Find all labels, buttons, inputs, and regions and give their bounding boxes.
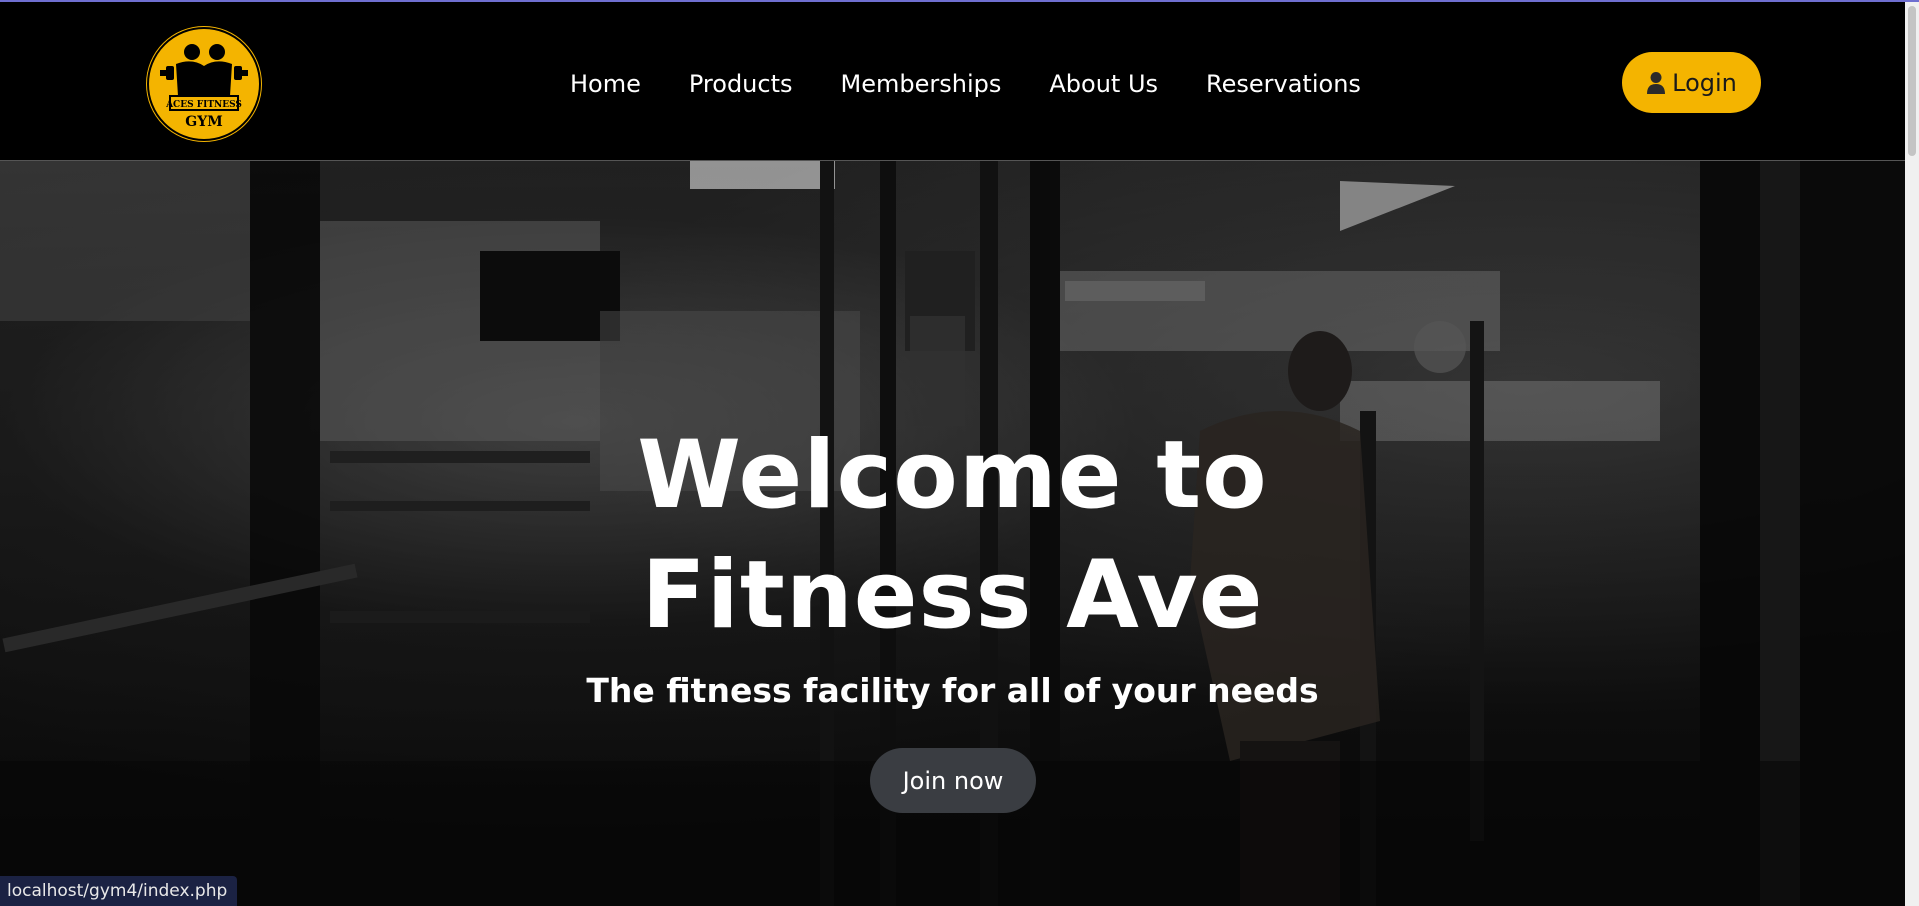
navbar: ACES FITNESS GYM Home Products Membershi…: [0, 2, 1905, 161]
gym-logo-graphic: ACES FITNESS GYM: [147, 27, 261, 141]
page-scrollbar[interactable]: [1905, 2, 1919, 906]
user-icon: [1646, 71, 1666, 95]
login-button-label: Login: [1672, 68, 1737, 97]
login-button[interactable]: Login: [1622, 52, 1761, 113]
hero-title: Welcome to Fitness Ave: [0, 416, 1905, 656]
hero-subtitle: The fitness facility for all of your nee…: [586, 671, 1319, 710]
nav-about-us-link[interactable]: About Us: [1049, 70, 1158, 98]
nav-products-link[interactable]: Products: [689, 70, 793, 98]
status-bar-url: localhost/gym4/index.php: [0, 876, 238, 906]
main-nav: Home Products Memberships About Us Reser…: [570, 64, 1409, 104]
nav-home-link[interactable]: Home: [570, 70, 641, 98]
join-now-button[interactable]: Join now: [870, 748, 1036, 813]
nav-memberships-link[interactable]: Memberships: [841, 70, 1002, 98]
gym-logo-line1: ACES FITNESS: [165, 100, 242, 110]
hero-title-line2: Fitness Ave: [641, 541, 1264, 650]
hero-title-line1: Welcome to: [637, 421, 1268, 530]
gym-logo-line2: GYM: [185, 114, 222, 130]
gym-logo[interactable]: ACES FITNESS GYM: [146, 26, 262, 142]
nav-reservations-link[interactable]: Reservations: [1206, 70, 1361, 98]
hero-section: Welcome to Fitness Ave The fitness facil…: [0, 161, 1905, 906]
scrollbar-thumb[interactable]: [1908, 6, 1916, 156]
